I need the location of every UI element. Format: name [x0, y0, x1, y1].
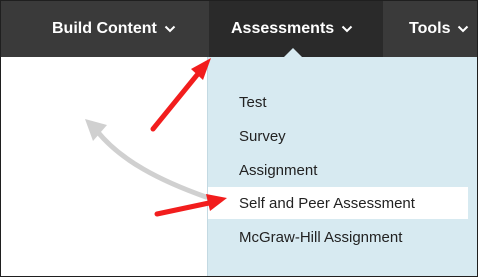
chevron-down-icon: [457, 24, 469, 34]
tab-build-content[interactable]: Build Content: [52, 1, 176, 57]
red-arrow-to-assessments-icon: [150, 58, 211, 132]
screenshot-frame: Build Content Assessments Tools Test Sur…: [0, 0, 478, 277]
menu-item-mcgraw-hill-assignment[interactable]: McGraw-Hill Assignment: [208, 221, 468, 253]
curved-arrow-icon: [85, 119, 209, 200]
tab-label: Assessments: [231, 20, 335, 37]
tab-label: Tools: [409, 20, 451, 37]
tab-label: Build Content: [52, 20, 157, 37]
menu-item-survey[interactable]: Survey: [208, 120, 468, 152]
chevron-down-icon: [164, 24, 176, 34]
course-menubar: Build Content Assessments Tools: [1, 1, 477, 57]
tab-tools[interactable]: Tools: [409, 1, 469, 57]
menu-item-self-and-peer-assessment[interactable]: Self and Peer Assessment: [208, 187, 468, 219]
menu-item-assignment[interactable]: Assignment: [208, 154, 468, 186]
menu-item-test[interactable]: Test: [208, 86, 468, 118]
chevron-down-icon: [341, 24, 353, 34]
assessments-dropdown-menu: Test Survey Assignment Self and Peer Ass…: [207, 57, 477, 276]
